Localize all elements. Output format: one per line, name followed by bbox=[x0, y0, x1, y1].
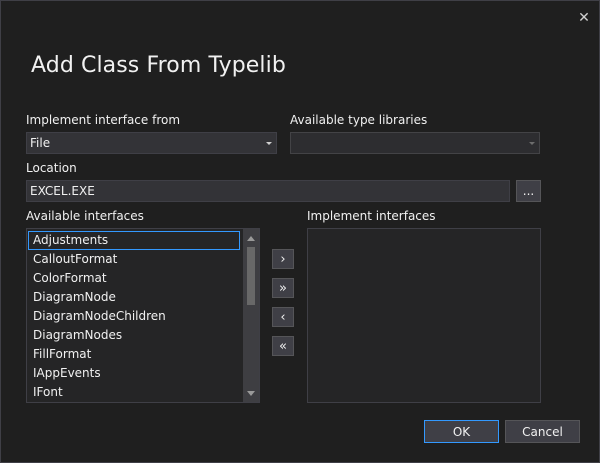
list-item[interactable]: FillFormat bbox=[28, 345, 258, 364]
chevron-down-icon bbox=[266, 142, 272, 145]
list-item[interactable]: IAppEvents bbox=[28, 364, 258, 383]
browse-button[interactable]: ... bbox=[516, 180, 541, 202]
list-item[interactable]: DiagramNodes bbox=[28, 326, 258, 345]
implement-interfaces-label: Implement interfaces bbox=[307, 209, 436, 223]
location-input[interactable]: EXCEL.EXE bbox=[26, 180, 510, 202]
implement-from-value: File bbox=[30, 136, 51, 150]
scroll-down-icon[interactable] bbox=[243, 385, 259, 401]
list-item[interactable]: Adjustments bbox=[28, 231, 240, 250]
cancel-button[interactable]: Cancel bbox=[505, 420, 580, 443]
implement-from-label: Implement interface from bbox=[26, 113, 181, 127]
type-libraries-select[interactable] bbox=[290, 132, 540, 154]
location-label: Location bbox=[26, 161, 77, 175]
list-item[interactable]: DiagramNode bbox=[28, 288, 258, 307]
scrollbar-thumb[interactable] bbox=[247, 247, 255, 305]
scroll-up-icon[interactable] bbox=[243, 230, 259, 246]
add-all-interfaces-button[interactable]: » bbox=[272, 278, 294, 298]
dialog-title: Add Class From Typelib bbox=[31, 53, 286, 78]
list-item[interactable]: CalloutFormat bbox=[28, 250, 258, 269]
list-item[interactable]: ColorFormat bbox=[28, 269, 258, 288]
list-item[interactable]: DiagramNodeChildren bbox=[28, 307, 258, 326]
type-libraries-label: Available type libraries bbox=[290, 113, 428, 127]
implement-from-select[interactable]: File bbox=[26, 132, 277, 154]
available-interfaces-list[interactable]: Adjustments CalloutFormat ColorFormat Di… bbox=[26, 228, 260, 403]
remove-all-interfaces-button[interactable]: « bbox=[272, 336, 294, 356]
list-item[interactable]: IFont bbox=[28, 383, 258, 402]
implement-interfaces-list[interactable] bbox=[307, 228, 541, 403]
vertical-scrollbar[interactable] bbox=[243, 229, 259, 402]
add-class-dialog: ✕ Add Class From Typelib Implement inter… bbox=[0, 0, 600, 463]
remove-interface-button[interactable]: ‹ bbox=[272, 307, 294, 327]
ok-button[interactable]: OK bbox=[424, 420, 499, 443]
chevron-down-icon bbox=[529, 142, 535, 145]
close-icon[interactable]: ✕ bbox=[573, 7, 595, 29]
add-interface-button[interactable]: › bbox=[272, 249, 294, 269]
available-interfaces-label: Available interfaces bbox=[26, 209, 144, 223]
location-value: EXCEL.EXE bbox=[30, 184, 95, 198]
